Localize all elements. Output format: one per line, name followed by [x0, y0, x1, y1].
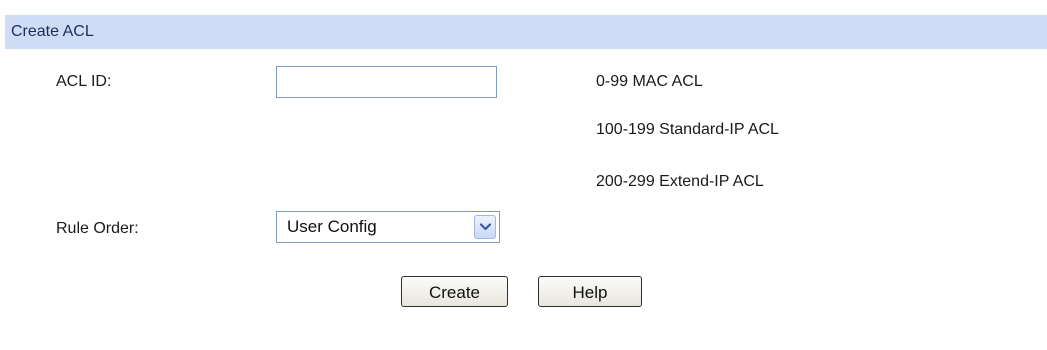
rule-order-select[interactable]: User Config: [276, 211, 500, 243]
range-standard-ip-acl: 100-199 Standard-IP ACL: [596, 121, 779, 138]
create-acl-panel: Create ACL ACL ID: 0-99 MAC ACL 100-199 …: [0, 0, 1047, 350]
help-button[interactable]: Help: [538, 276, 642, 307]
acl-id-input[interactable]: [276, 66, 497, 98]
acl-id-label: ACL ID:: [56, 73, 112, 90]
rule-order-selected-value: User Config: [287, 217, 377, 236]
create-button[interactable]: Create: [401, 276, 508, 307]
panel-title: Create ACL: [5, 15, 1047, 49]
range-mac-acl: 0-99 MAC ACL: [596, 73, 703, 90]
range-extend-ip-acl: 200-299 Extend-IP ACL: [596, 173, 764, 190]
rule-order-label: Rule Order:: [56, 220, 139, 237]
chevron-down-icon[interactable]: [474, 215, 496, 239]
